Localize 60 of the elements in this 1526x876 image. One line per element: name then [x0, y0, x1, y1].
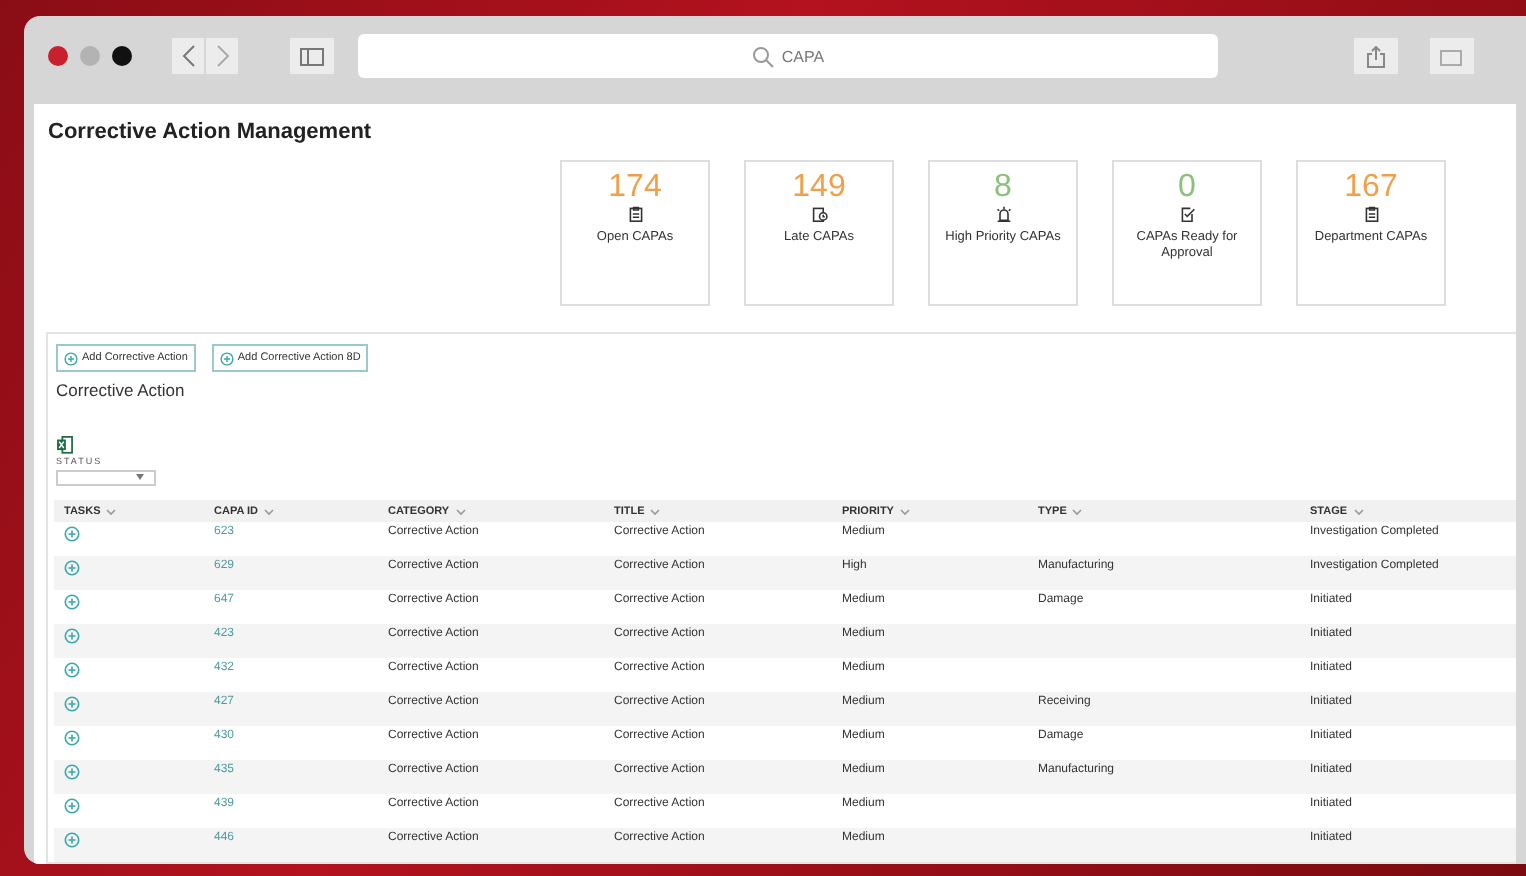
add-task-button[interactable] [64, 594, 80, 610]
sidebar-button[interactable] [290, 38, 334, 74]
add-circle-icon [219, 351, 234, 365]
stat-value: 174 [608, 170, 662, 206]
add-circle-icon [64, 526, 80, 542]
chevron-left-icon [181, 44, 195, 68]
add-circle-icon [64, 628, 80, 644]
add-task-button[interactable] [64, 628, 80, 644]
share-button[interactable] [1354, 38, 1398, 74]
forward-button[interactable] [206, 38, 238, 74]
address-text: CAPA [781, 47, 825, 65]
add-circle-icon [64, 594, 80, 610]
chevron-right-icon [215, 44, 229, 68]
status-dropdown[interactable] [56, 469, 156, 486]
sort-caret-icon [106, 507, 117, 515]
stat-value: 8 [994, 170, 1012, 206]
sort-caret-icon [899, 507, 910, 515]
maximize-button[interactable] [112, 46, 132, 66]
add-circle-icon [64, 696, 80, 712]
add-circle-icon [64, 730, 80, 746]
tabs-icon [1440, 47, 1464, 65]
stat-value: 167 [1344, 170, 1398, 206]
add-circle-icon [64, 560, 80, 576]
minimize-button[interactable] [80, 46, 100, 66]
add-task-button[interactable] [64, 526, 80, 542]
clipboard-clock-icon [811, 206, 827, 222]
tabs-button[interactable] [1430, 38, 1474, 74]
clipboard-icon [627, 206, 643, 222]
add-task-button[interactable] [64, 832, 80, 848]
address-bar[interactable]: CAPA [358, 34, 1218, 78]
back-button[interactable] [172, 38, 204, 74]
section-title: Corrective Action [56, 380, 187, 400]
search-icon [751, 45, 774, 67]
close-button[interactable] [48, 46, 68, 66]
sort-caret-icon [264, 507, 274, 515]
sort-caret-icon [650, 507, 661, 515]
stat-value: 149 [792, 170, 846, 206]
add-circle-icon [64, 832, 80, 848]
stat-value: 0 [1178, 170, 1196, 206]
checklist-icon [1179, 206, 1195, 222]
clipboard-icon [1363, 206, 1379, 222]
add-task-button[interactable] [64, 662, 80, 678]
dropdown-caret-icon [136, 474, 144, 481]
add-task-button[interactable] [64, 798, 80, 814]
add-circle-icon [64, 662, 80, 678]
share-icon [1366, 45, 1386, 67]
add-task-button[interactable] [64, 764, 80, 780]
add-task-button[interactable] [64, 696, 80, 712]
add-circle-icon [64, 764, 80, 780]
add-task-button[interactable] [64, 730, 80, 746]
alarm-light-icon [995, 206, 1011, 222]
sort-caret-icon [455, 507, 466, 515]
add-circle-icon [64, 798, 80, 814]
add-circle-icon [64, 351, 78, 365]
sort-caret-icon [1353, 507, 1364, 515]
sidebar-icon [300, 47, 324, 65]
sort-caret-icon [1072, 507, 1083, 515]
spreadsheet-export-icon[interactable] [56, 436, 74, 454]
page-title: Corrective Action Management [48, 120, 374, 144]
add-task-button[interactable] [64, 560, 80, 576]
